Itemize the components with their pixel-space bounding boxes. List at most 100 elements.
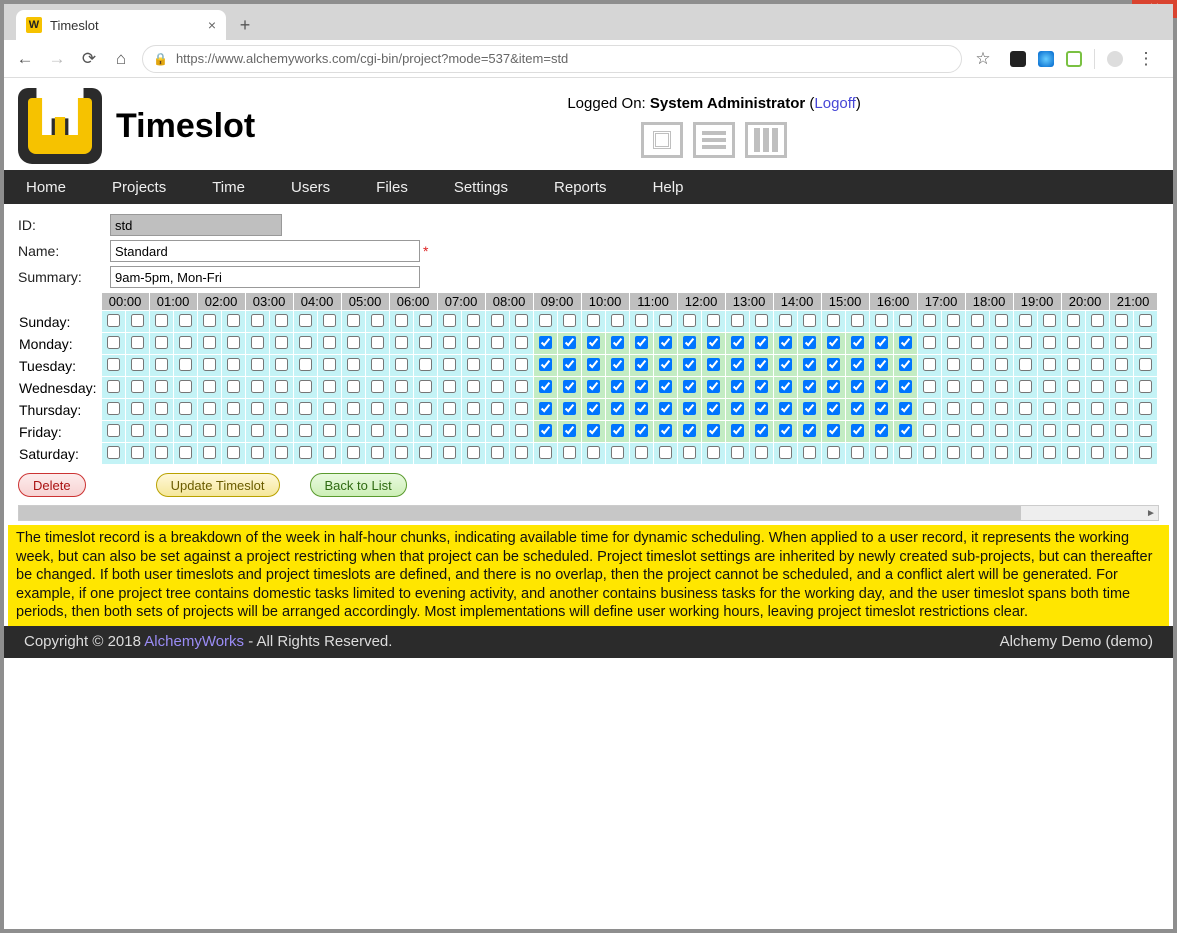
timeslot-cell[interactable] [797, 443, 821, 465]
timeslot-cell[interactable] [581, 399, 605, 421]
timeslot-checkbox[interactable] [683, 358, 696, 371]
timeslot-cell[interactable] [293, 311, 317, 333]
timeslot-checkbox[interactable] [227, 446, 240, 459]
timeslot-checkbox[interactable] [659, 336, 672, 349]
timeslot-cell[interactable] [341, 311, 365, 333]
timeslot-cell[interactable] [989, 311, 1013, 333]
timeslot-cell[interactable] [749, 421, 773, 443]
timeslot-cell[interactable] [677, 399, 701, 421]
timeslot-cell[interactable] [773, 421, 797, 443]
timeslot-checkbox[interactable] [1067, 424, 1080, 437]
timeslot-checkbox[interactable] [587, 380, 600, 393]
timeslot-checkbox[interactable] [1043, 424, 1056, 437]
timeslot-checkbox[interactable] [179, 336, 192, 349]
timeslot-cell[interactable] [869, 377, 893, 399]
timeslot-cell[interactable] [725, 377, 749, 399]
timeslot-checkbox[interactable] [1019, 314, 1032, 327]
timeslot-cell[interactable] [821, 333, 845, 355]
timeslot-checkbox[interactable] [395, 314, 408, 327]
menu-item-users[interactable]: Users [291, 179, 330, 196]
timeslot-cell[interactable] [653, 355, 677, 377]
timeslot-checkbox[interactable] [1067, 446, 1080, 459]
timeslot-checkbox[interactable] [851, 314, 864, 327]
timeslot-cell[interactable] [149, 399, 173, 421]
timeslot-cell[interactable] [941, 311, 965, 333]
timeslot-checkbox[interactable] [299, 358, 312, 371]
timeslot-checkbox[interactable] [107, 314, 120, 327]
url-input[interactable]: 🔒 https://www.alchemyworks.com/cgi-bin/p… [142, 45, 962, 73]
timeslot-cell[interactable] [821, 355, 845, 377]
timeslot-cell[interactable] [893, 355, 917, 377]
timeslot-cell[interactable] [1013, 399, 1037, 421]
timeslot-checkbox[interactable] [587, 358, 600, 371]
timeslot-checkbox[interactable] [707, 402, 720, 415]
timeslot-checkbox[interactable] [419, 402, 432, 415]
timeslot-cell[interactable] [197, 377, 221, 399]
timeslot-cell[interactable] [341, 355, 365, 377]
timeslot-cell[interactable] [893, 311, 917, 333]
timeslot-cell[interactable] [461, 399, 485, 421]
timeslot-cell[interactable] [341, 399, 365, 421]
timeslot-cell[interactable] [509, 421, 533, 443]
timeslot-cell[interactable] [941, 399, 965, 421]
timeslot-checkbox[interactable] [803, 358, 816, 371]
timeslot-cell[interactable] [845, 443, 869, 465]
timeslot-checkbox[interactable] [587, 424, 600, 437]
timeslot-cell[interactable] [869, 443, 893, 465]
timeslot-cell[interactable] [1037, 311, 1061, 333]
timeslot-cell[interactable] [677, 421, 701, 443]
timeslot-checkbox[interactable] [755, 380, 768, 393]
timeslot-checkbox[interactable] [155, 402, 168, 415]
timeslot-checkbox[interactable] [131, 380, 144, 393]
timeslot-checkbox[interactable] [731, 336, 744, 349]
timeslot-checkbox[interactable] [1091, 424, 1104, 437]
timeslot-checkbox[interactable] [1043, 336, 1056, 349]
timeslot-checkbox[interactable] [563, 424, 576, 437]
timeslot-cell[interactable] [773, 443, 797, 465]
timeslot-checkbox[interactable] [635, 402, 648, 415]
timeslot-checkbox[interactable] [155, 446, 168, 459]
timeslot-cell[interactable] [1037, 333, 1061, 355]
timeslot-cell[interactable] [221, 311, 245, 333]
timeslot-cell[interactable] [1133, 399, 1157, 421]
timeslot-checkbox[interactable] [683, 446, 696, 459]
timeslot-checkbox[interactable] [779, 314, 792, 327]
timeslot-checkbox[interactable] [1139, 314, 1152, 327]
timeslot-checkbox[interactable] [947, 446, 960, 459]
timeslot-cell[interactable] [413, 355, 437, 377]
timeslot-checkbox[interactable] [875, 314, 888, 327]
timeslot-cell[interactable] [1085, 355, 1109, 377]
timeslot-cell[interactable] [413, 443, 437, 465]
timeslot-checkbox[interactable] [1091, 402, 1104, 415]
timeslot-cell[interactable] [509, 443, 533, 465]
timeslot-cell[interactable] [269, 399, 293, 421]
timeslot-cell[interactable] [149, 333, 173, 355]
timeslot-cell[interactable] [821, 399, 845, 421]
timeslot-cell[interactable] [941, 421, 965, 443]
timeslot-checkbox[interactable] [635, 380, 648, 393]
timeslot-checkbox[interactable] [419, 380, 432, 393]
timeslot-cell[interactable] [221, 399, 245, 421]
timeslot-checkbox[interactable] [683, 336, 696, 349]
logoff-link[interactable]: Logoff [814, 95, 855, 112]
update-timeslot-button[interactable]: Update Timeslot [156, 473, 280, 497]
timeslot-checkbox[interactable] [107, 402, 120, 415]
timeslot-cell[interactable] [821, 377, 845, 399]
timeslot-checkbox[interactable] [251, 314, 264, 327]
timeslot-checkbox[interactable] [275, 358, 288, 371]
timeslot-checkbox[interactable] [995, 424, 1008, 437]
timeslot-checkbox[interactable] [611, 446, 624, 459]
timeslot-checkbox[interactable] [827, 336, 840, 349]
timeslot-cell[interactable] [533, 421, 557, 443]
timeslot-checkbox[interactable] [251, 358, 264, 371]
timeslot-checkbox[interactable] [731, 424, 744, 437]
timeslot-cell[interactable] [149, 443, 173, 465]
timeslot-checkbox[interactable] [923, 402, 936, 415]
timeslot-cell[interactable] [101, 443, 125, 465]
timeslot-cell[interactable] [509, 311, 533, 333]
timeslot-checkbox[interactable] [275, 424, 288, 437]
timeslot-checkbox[interactable] [275, 314, 288, 327]
timeslot-cell[interactable] [269, 355, 293, 377]
timeslot-cell[interactable] [197, 333, 221, 355]
timeslot-cell[interactable] [965, 377, 989, 399]
